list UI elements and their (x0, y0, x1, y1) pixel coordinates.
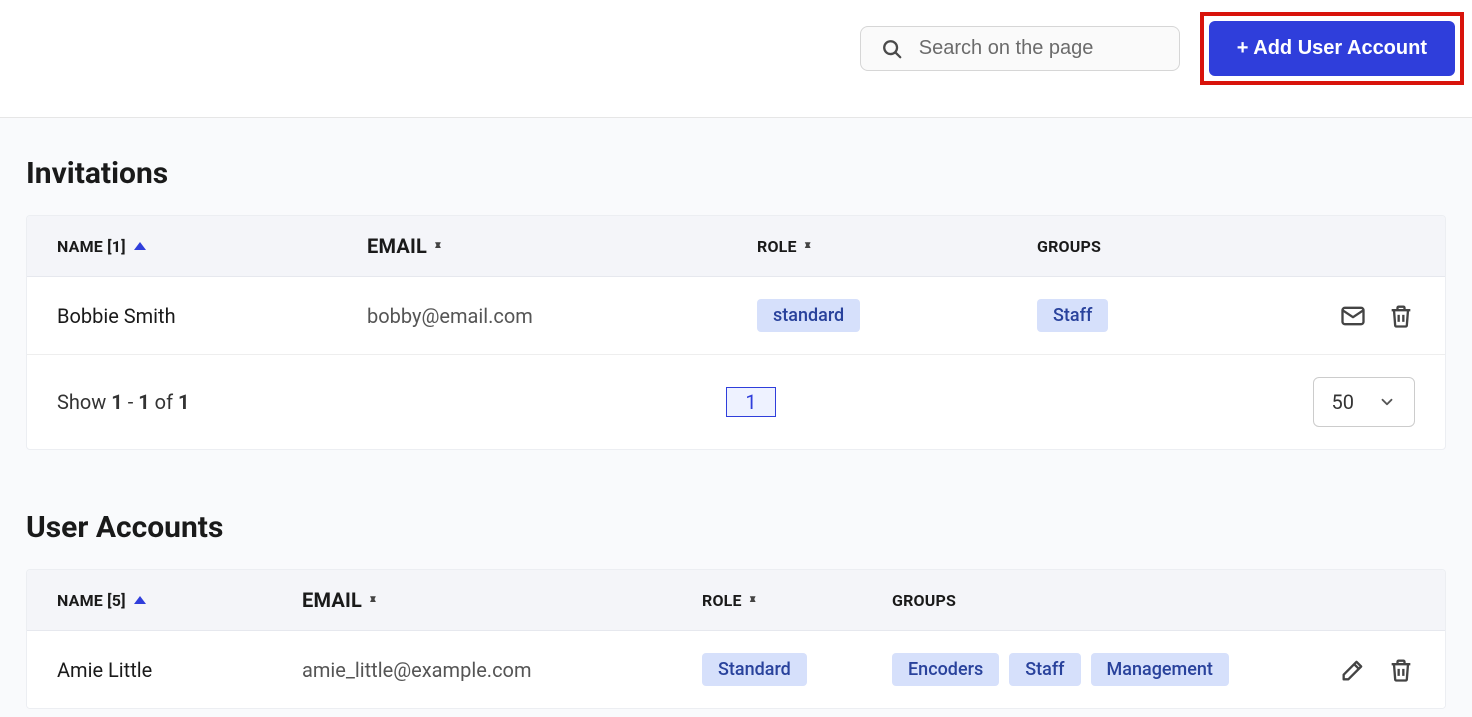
invitations-table-header: NAME [1] EMAIL ▲▼ ROLE ▲▼ GROUPS (27, 216, 1445, 277)
invitation-name: Bobbie Smith (57, 304, 367, 328)
invitations-panel: NAME [1] EMAIL ▲▼ ROLE ▲▼ GROUPS Bobbie … (26, 215, 1446, 450)
th-groups-label: GROUPS (1037, 237, 1101, 256)
th-groups-label: GROUPS (892, 591, 956, 610)
edit-icon[interactable] (1339, 656, 1367, 684)
accounts-row: Amie Little amie_little@example.com Stan… (27, 631, 1445, 708)
role-pill: Standard (702, 653, 807, 686)
group-pill: Management (1091, 653, 1229, 686)
accounts-th-name[interactable]: NAME [5] (57, 591, 302, 610)
account-name: Amie Little (57, 658, 302, 682)
sort-asc-icon (134, 596, 146, 604)
trash-icon[interactable] (1387, 302, 1415, 330)
search-input[interactable] (919, 37, 1159, 60)
accounts-th-groups: GROUPS (892, 591, 1315, 610)
page-size-value: 50 (1332, 390, 1354, 414)
accounts-panel: NAME [5] EMAIL ▲▼ ROLE ▲▼ GROUPS Amie Li… (26, 569, 1446, 709)
invitations-title: Invitations (26, 156, 1446, 191)
role-pill: standard (757, 299, 860, 332)
invitations-th-role[interactable]: ROLE ▲▼ (757, 237, 1037, 256)
add-user-button[interactable]: + Add User Account (1209, 21, 1455, 76)
invitations-th-groups: GROUPS (1037, 237, 1315, 256)
accounts-th-email[interactable]: EMAIL ▲▼ (302, 588, 702, 612)
group-pill: Staff (1037, 299, 1108, 332)
th-name-label: NAME [1] (57, 237, 126, 256)
chevron-down-icon (1378, 393, 1396, 411)
accounts-th-role[interactable]: ROLE ▲▼ (702, 591, 892, 610)
account-email: amie_little@example.com (302, 658, 702, 682)
mail-icon[interactable] (1339, 302, 1367, 330)
accounts-table-header: NAME [5] EMAIL ▲▼ ROLE ▲▼ GROUPS (27, 570, 1445, 631)
th-email-label: EMAIL (367, 234, 427, 258)
th-role-label: ROLE (702, 591, 742, 610)
group-pill: Staff (1009, 653, 1080, 686)
pagination-summary: Show 1 - 1 of 1 (57, 390, 189, 414)
add-user-highlight: + Add User Account (1200, 12, 1464, 85)
trash-icon[interactable] (1387, 656, 1415, 684)
invitations-footer: Show 1 - 1 of 1 1 50 (27, 355, 1445, 449)
th-role-label: ROLE (757, 237, 797, 256)
search-icon (881, 38, 903, 60)
invitations-th-email[interactable]: EMAIL ▲▼ (367, 234, 757, 258)
invitations-row: Bobbie Smith bobby@email.com standard St… (27, 277, 1445, 355)
current-page[interactable]: 1 (726, 387, 775, 417)
group-pill: Encoders (892, 653, 999, 686)
th-email-label: EMAIL (302, 588, 362, 612)
search-input-wrap[interactable] (860, 26, 1180, 71)
invitation-email: bobby@email.com (367, 304, 757, 328)
accounts-title: User Accounts (26, 510, 1446, 545)
invitations-th-name[interactable]: NAME [1] (57, 237, 367, 256)
th-name-label: NAME [5] (57, 591, 126, 610)
page-size-select[interactable]: 50 (1313, 377, 1415, 427)
sort-asc-icon (134, 242, 146, 250)
